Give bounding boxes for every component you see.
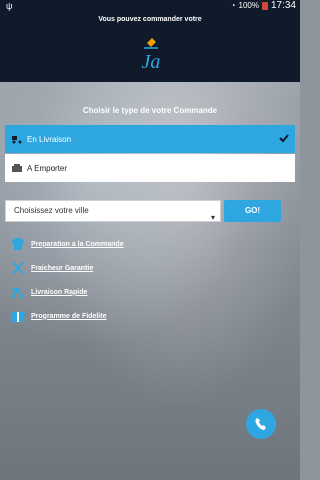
delivery-scooter-icon (12, 136, 22, 144)
chef-hat-icon (12, 238, 24, 250)
feature-label: Preparation a la Commande (31, 240, 124, 248)
city-select[interactable]: Choisissez votre ville ▾ (5, 200, 221, 222)
option-delivery[interactable]: En Livraison (5, 125, 295, 153)
feature-item[interactable]: Programme de Fidelite (10, 304, 250, 328)
call-button[interactable] (246, 409, 276, 439)
option-delivery-label: En Livraison (27, 134, 72, 144)
gift-icon (11, 312, 25, 322)
wifi-icon: ◔ (230, 1, 236, 10)
usb-icon: ψ (6, 1, 13, 11)
battery-percent: 100% (238, 1, 259, 10)
takeaway-box-icon (12, 164, 22, 172)
checkmark-icon (279, 134, 289, 143)
utensils-icon (12, 261, 24, 275)
caret-down-icon: ▾ (210, 213, 215, 222)
battery-icon (261, 1, 268, 10)
brand-logo: Ja (142, 38, 161, 73)
header-hint: Vous pouvez commander votre (98, 16, 202, 23)
phone-icon (255, 418, 266, 430)
features-list: Preparation a la Commande Fraicheur Gara… (10, 232, 250, 328)
feature-item[interactable]: Livraison Rapide (10, 280, 250, 304)
feature-label: Livraison Rapide (31, 288, 88, 296)
clock: 17:34 (270, 0, 296, 11)
option-takeaway-label: A Emporter (27, 163, 68, 173)
feature-item[interactable]: Preparation a la Commande (10, 232, 250, 256)
go-button[interactable]: GO! (224, 200, 281, 222)
logo-text: Ja (142, 51, 161, 73)
city-select-value: Choisissez votre ville (14, 206, 89, 215)
feature-label: Fraicheur Garantie (31, 264, 94, 272)
order-type-title: Choisir le type de votre Commande (82, 106, 218, 115)
option-takeaway[interactable]: A Emporter (5, 154, 295, 182)
feature-item[interactable]: Fraicheur Garantie (10, 256, 250, 280)
feature-label: Programme de Fidelite (31, 312, 107, 320)
status-bar: ψ ◔ 100% 17:34 (0, 0, 300, 12)
scooter-icon (12, 288, 24, 298)
app-header: Vous pouvez commander votre Ja (0, 12, 300, 82)
